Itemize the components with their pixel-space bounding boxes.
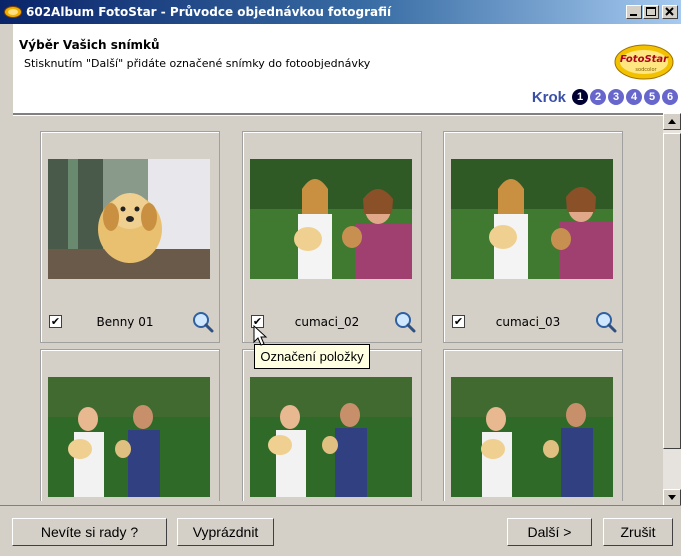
photo-thumbnail[interactable] bbox=[250, 159, 412, 279]
photo-thumbnail[interactable] bbox=[48, 159, 210, 279]
magnifier-icon[interactable] bbox=[394, 311, 416, 333]
tooltip: Označení položky bbox=[254, 344, 370, 369]
photo-card[interactable] bbox=[40, 349, 220, 501]
close-button[interactable] bbox=[662, 5, 678, 19]
step-2: 2 bbox=[590, 89, 606, 105]
scroll-up-button[interactable] bbox=[663, 113, 681, 130]
photo-thumbnail[interactable] bbox=[451, 159, 613, 279]
svg-text:sodcolor: sodcolor bbox=[635, 67, 657, 73]
arrow-down-icon bbox=[668, 495, 676, 500]
arrow-up-icon bbox=[668, 119, 676, 124]
minimize-button[interactable] bbox=[626, 5, 642, 19]
photo-card[interactable] bbox=[443, 349, 623, 501]
cancel-button[interactable]: Zrušit bbox=[603, 518, 673, 546]
photo-card[interactable]: ✔ cumaci_03 bbox=[443, 131, 623, 343]
step-6: 6 bbox=[662, 89, 678, 105]
photo-card[interactable] bbox=[242, 349, 422, 501]
page-title: Výběr Vašich snímků bbox=[19, 38, 160, 52]
photo-checkbox[interactable]: ✔ bbox=[49, 315, 62, 328]
title-bar: 602Album FotoStar - Průvodce objednávkou… bbox=[0, 0, 681, 24]
fotostar-logo: FotoStar sodcolor bbox=[614, 44, 674, 80]
header-panel: Výběr Vašich snímků Stisknutím "Další" p… bbox=[13, 24, 681, 114]
mouse-cursor-icon bbox=[253, 325, 268, 346]
app-icon bbox=[4, 6, 22, 18]
close-icon bbox=[665, 7, 674, 16]
vertical-scrollbar[interactable] bbox=[663, 113, 681, 507]
step-5: 5 bbox=[644, 89, 660, 105]
photo-checkbox[interactable]: ✔ bbox=[452, 315, 465, 328]
window-title: 602Album FotoStar - Průvodce objednávkou… bbox=[26, 5, 392, 19]
step-1: 1 bbox=[572, 89, 588, 105]
photo-thumbnail[interactable] bbox=[250, 377, 412, 497]
header-divider bbox=[13, 113, 681, 116]
magnifier-icon[interactable] bbox=[595, 311, 617, 333]
photo-card[interactable]: ✔ cumaci_02 bbox=[242, 131, 422, 343]
svg-text:FotoStar: FotoStar bbox=[620, 54, 669, 65]
magnifier-icon[interactable] bbox=[192, 311, 214, 333]
help-button[interactable]: Nevíte si rady ? bbox=[12, 518, 167, 546]
steps-label: Krok bbox=[531, 88, 566, 106]
page-subtitle: Stisknutím "Další" přidáte označené sním… bbox=[24, 57, 371, 70]
photo-name: cumaci_03 bbox=[495, 315, 561, 329]
photo-thumbnail[interactable] bbox=[451, 377, 613, 497]
minimize-icon bbox=[630, 14, 637, 16]
scroll-thumb[interactable] bbox=[663, 133, 681, 449]
photo-thumbnail[interactable] bbox=[48, 377, 210, 497]
photo-grid: ✔ Benny 01 ✔ cumaci_02 ✔ cumaci_03 bbox=[15, 117, 659, 501]
bottom-bar: Nevíte si rady ? Vyprázdnit Další > Zruš… bbox=[0, 505, 681, 556]
photo-name: cumaci_02 bbox=[294, 315, 360, 329]
step-4: 4 bbox=[626, 89, 642, 105]
wizard-steps: Krok 1 2 3 4 5 6 bbox=[532, 88, 678, 106]
scroll-down-button[interactable] bbox=[663, 489, 681, 506]
photo-card[interactable]: ✔ Benny 01 bbox=[40, 131, 220, 343]
next-button[interactable]: Další > bbox=[507, 518, 592, 546]
maximize-button[interactable] bbox=[643, 5, 659, 19]
photo-name: Benny 01 bbox=[96, 315, 154, 329]
maximize-icon bbox=[646, 7, 656, 16]
step-3: 3 bbox=[608, 89, 624, 105]
clear-button[interactable]: Vyprázdnit bbox=[177, 518, 274, 546]
